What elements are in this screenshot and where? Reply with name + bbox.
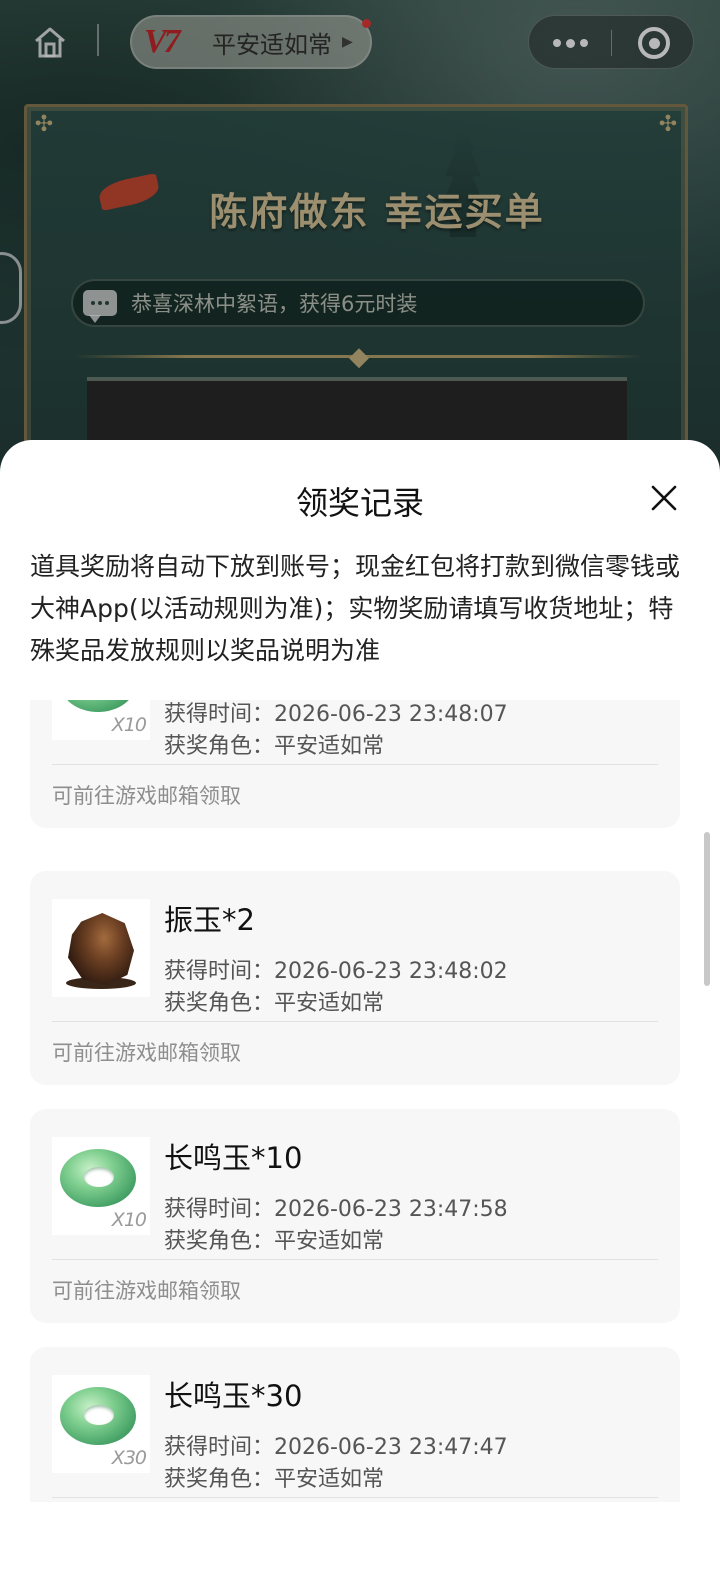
- reward-role: 获奖角色：平安适如常: [164, 734, 385, 759]
- reward-time: 获得时间：2026-06-23 23:47:58: [164, 1197, 508, 1222]
- sheet-title: 领奖记录: [295, 484, 424, 522]
- reward-record-sheet: 领奖记录 道具奖励将自动下放到账号；现金红包将打款到微信零钱或大神App(以活动…: [0, 440, 720, 1590]
- reward-name: 振玉*2: [164, 903, 255, 937]
- record-divider: [52, 1497, 658, 1498]
- quantity-badge: X10: [111, 714, 147, 736]
- record-divider: [52, 1259, 658, 1260]
- jade-ring-icon: [60, 700, 136, 712]
- reward-role: 获奖角色：平安适如常: [164, 991, 385, 1016]
- scrollbar[interactable]: [704, 832, 710, 986]
- reward-notice: 道具奖励将自动下放到账号；现金红包将打款到微信零钱或大神App(以活动规则为准)…: [30, 552, 681, 665]
- record-list[interactable]: X10 获得时间：2026-06-23 23:48:07 获奖角色：平安适如常 …: [0, 700, 720, 1502]
- reward-thumbnail: [52, 899, 150, 997]
- quantity-badge: X30: [111, 1447, 147, 1469]
- stone-icon: [68, 913, 134, 985]
- reward-thumbnail: X10: [52, 1137, 150, 1235]
- reward-role: 获奖角色：平安适如常: [164, 1229, 385, 1254]
- close-icon[interactable]: [644, 478, 684, 518]
- record-item: X10 长鸣玉*10 获得时间：2026-06-23 23:47:58 获奖角色…: [30, 1109, 680, 1323]
- claim-hint: 可前往游戏邮箱领取: [52, 1279, 241, 1303]
- reward-role: 获奖角色：平安适如常: [164, 1467, 385, 1492]
- record-item: X10 获得时间：2026-06-23 23:48:07 获奖角色：平安适如常 …: [30, 700, 680, 828]
- reward-time: 获得时间：2026-06-23 23:48:07: [164, 702, 508, 727]
- record-item: X30 长鸣玉*30 获得时间：2026-06-23 23:47:47 获奖角色…: [30, 1347, 680, 1502]
- claim-hint: 可前往游戏邮箱领取: [52, 784, 241, 808]
- quantity-badge: X10: [111, 1209, 147, 1231]
- record-divider: [52, 1021, 658, 1022]
- record-item: 振玉*2 获得时间：2026-06-23 23:48:02 获奖角色：平安适如常…: [30, 871, 680, 1085]
- claim-hint: 可前往游戏邮箱领取: [52, 1041, 241, 1065]
- reward-name: 长鸣玉*30: [164, 1379, 303, 1413]
- reward-thumbnail: X30: [52, 1375, 150, 1473]
- reward-name: 长鸣玉*10: [164, 1141, 303, 1175]
- reward-time: 获得时间：2026-06-23 23:47:47: [164, 1435, 508, 1460]
- jade-ring-icon: [60, 1149, 136, 1207]
- jade-ring-icon: [60, 1387, 136, 1445]
- reward-time: 获得时间：2026-06-23 23:48:02: [164, 959, 508, 984]
- record-divider: [52, 764, 658, 765]
- reward-thumbnail: X10: [52, 700, 150, 740]
